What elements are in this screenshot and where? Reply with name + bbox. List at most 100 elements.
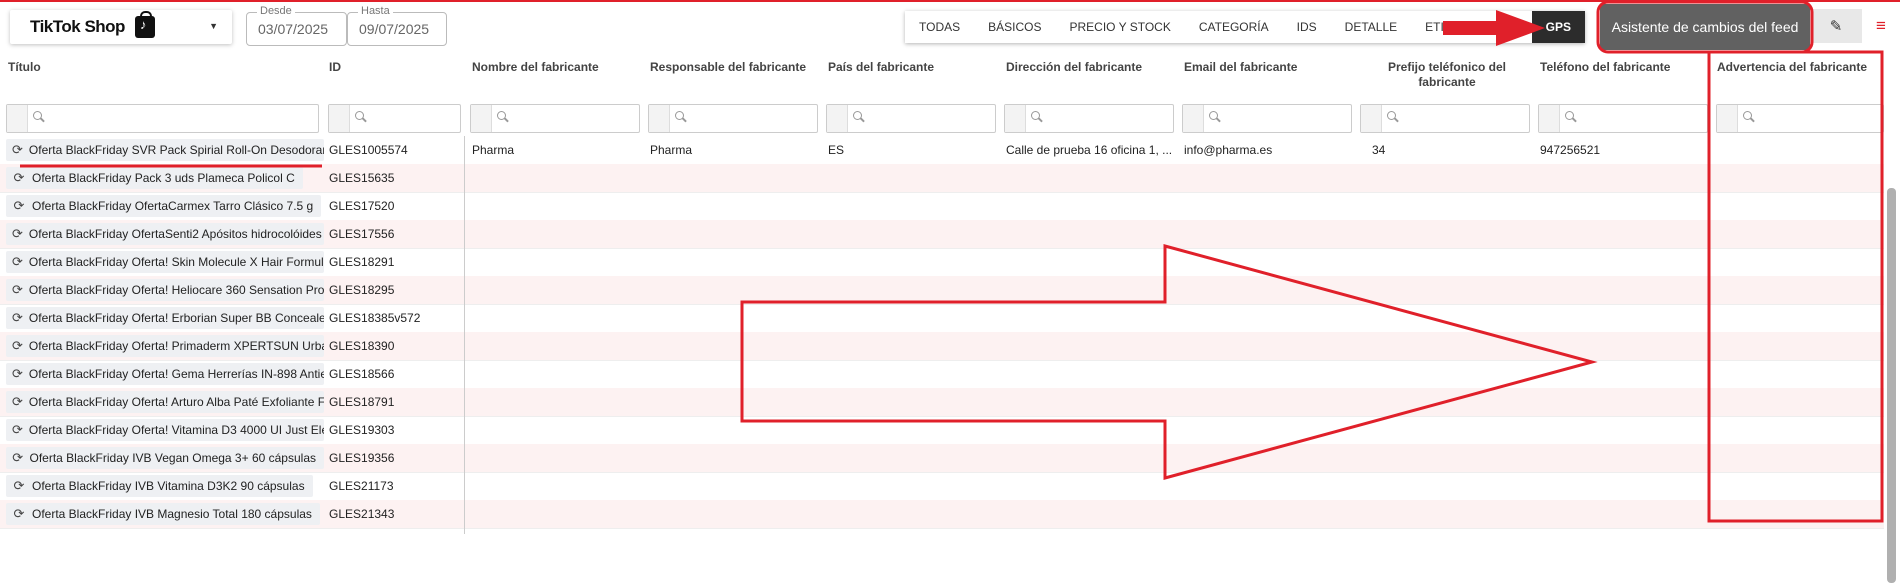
id-cell[interactable]: GLES19303 bbox=[329, 416, 394, 444]
email-cell[interactable]: info@pharma.es bbox=[1184, 136, 1352, 164]
title-chip[interactable]: ⟳ Oferta BlackFriday IVB Vitamina D3K2 90… bbox=[6, 475, 313, 497]
tab-gpsr[interactable]: GPS bbox=[1531, 11, 1585, 43]
title-cell[interactable]: ⟳ Oferta BlackFriday IVB Magnesio Total 1… bbox=[6, 500, 324, 528]
title-cell[interactable]: ⟳ Oferta BlackFriday Oferta! Gema Herrerí… bbox=[6, 360, 324, 388]
refresh-icon[interactable]: ⟳ bbox=[12, 311, 23, 325]
table-row[interactable]: ⟳ Oferta BlackFriday Oferta! Vitamina D3 … bbox=[0, 416, 1884, 445]
filter-input-titulo[interactable] bbox=[6, 104, 319, 133]
tab-ids[interactable]: IDS bbox=[1283, 20, 1331, 34]
id-cell[interactable]: GLES17520 bbox=[329, 192, 394, 220]
title-cell[interactable]: ⟳ Oferta BlackFriday Oferta! Vitamina D3 … bbox=[6, 416, 324, 444]
filter-menu-button[interactable] bbox=[1005, 105, 1026, 132]
filter-input-telefono[interactable] bbox=[1538, 104, 1708, 133]
filter-input-id[interactable] bbox=[328, 104, 461, 133]
table-row[interactable]: ⟳ Oferta BlackFriday IVB Magnesio Total 1… bbox=[0, 500, 1884, 529]
refresh-icon[interactable]: ⟳ bbox=[12, 395, 23, 409]
filter-menu-button[interactable] bbox=[1717, 105, 1738, 132]
refresh-icon[interactable]: ⟳ bbox=[12, 507, 26, 521]
vertical-scrollbar[interactable] bbox=[1887, 188, 1896, 583]
id-cell[interactable]: GLES18791 bbox=[329, 388, 394, 416]
table-row[interactable]: ⟳ Oferta BlackFriday Oferta! Skin Molecul… bbox=[0, 248, 1884, 277]
title-chip[interactable]: ⟳ Oferta BlackFriday Oferta! Skin Molecul… bbox=[6, 251, 324, 273]
column-header-email-fabricante[interactable]: Email del fabricante bbox=[1184, 60, 1297, 75]
column-header-advertencia-fabricante[interactable]: Advertencia del fabricante bbox=[1717, 60, 1867, 75]
column-header-prefijo-fabricante[interactable]: Prefijo teléfonico del fabricante bbox=[1372, 60, 1522, 90]
filter-input-email[interactable] bbox=[1182, 104, 1352, 133]
column-header-pais-fabricante[interactable]: País del fabricante bbox=[828, 60, 934, 75]
id-cell[interactable]: GLES1005574 bbox=[329, 136, 408, 164]
title-cell[interactable]: ⟳ Oferta BlackFriday Oferta! Heliocare 36… bbox=[6, 276, 324, 304]
title-chip[interactable]: ⟳ Oferta BlackFriday OfertaCarmex Tarro C… bbox=[6, 195, 322, 217]
refresh-icon[interactable]: ⟳ bbox=[12, 479, 26, 493]
title-cell[interactable]: ⟳ Oferta BlackFriday Oferta! Erborian Sup… bbox=[6, 304, 324, 332]
refresh-icon[interactable]: ⟳ bbox=[12, 283, 23, 297]
title-cell[interactable]: ⟳ Oferta BlackFriday IVB Vitamina D3K2 90… bbox=[6, 472, 324, 500]
title-chip[interactable]: ⟳ Oferta BlackFriday IVB Magnesio Total 1… bbox=[6, 503, 320, 525]
column-header-direccion-fabricante[interactable]: Dirección del fabricante bbox=[1006, 60, 1142, 75]
title-chip[interactable]: ⟳ Oferta BlackFriday Oferta! Arturo Alba … bbox=[6, 391, 324, 413]
filter-input-nombre[interactable] bbox=[470, 104, 640, 133]
tab-categoria[interactable]: CATEGORÍA bbox=[1185, 20, 1283, 34]
tab-etiquetas[interactable]: ETIQ bbox=[1411, 20, 1467, 34]
refresh-icon[interactable]: ⟳ bbox=[12, 367, 23, 381]
title-chip[interactable]: ⟳ Oferta BlackFriday Oferta! Erborian Sup… bbox=[6, 307, 324, 329]
refresh-icon[interactable]: ⟳ bbox=[12, 255, 23, 269]
filter-menu-button[interactable] bbox=[1361, 105, 1382, 132]
title-chip[interactable]: ⟳ Oferta BlackFriday Oferta! Gema Herrerí… bbox=[6, 363, 324, 385]
title-chip[interactable]: ⟳ Oferta BlackFriday Oferta! Heliocare 36… bbox=[6, 279, 324, 301]
table-row[interactable]: ⟳ Oferta BlackFriday Oferta! Erborian Sup… bbox=[0, 304, 1884, 333]
table-row[interactable]: ⟳ Oferta BlackFriday IVB Vegan Omega 3+ 6… bbox=[0, 444, 1884, 473]
table-row[interactable]: ⟳ Oferta BlackFriday SVR Pack Spirial Rol… bbox=[0, 136, 1884, 165]
date-from-field[interactable]: Desde 03/07/2025 bbox=[246, 5, 347, 46]
title-chip[interactable]: ⟳ Oferta BlackFriday SVR Pack Spirial Rol… bbox=[6, 139, 324, 161]
id-cell[interactable]: GLES21343 bbox=[329, 500, 394, 528]
title-cell[interactable]: ⟳ Oferta BlackFriday SVR Pack Spirial Rol… bbox=[6, 136, 324, 164]
column-header-titulo[interactable]: Título bbox=[8, 60, 41, 75]
column-header-responsable-fabricante[interactable]: Responsable del fabricante bbox=[650, 60, 806, 75]
table-row[interactable]: ⟳ Oferta BlackFriday OfertaCarmex Tarro C… bbox=[0, 192, 1884, 221]
id-cell[interactable]: GLES18566 bbox=[329, 360, 394, 388]
table-row[interactable]: ⟳ Oferta BlackFriday Oferta! Arturo Alba … bbox=[0, 388, 1884, 417]
filter-menu-button[interactable] bbox=[649, 105, 670, 132]
filter-menu-button[interactable] bbox=[329, 105, 350, 132]
refresh-icon[interactable]: ⟳ bbox=[12, 199, 26, 213]
prefijo-cell[interactable]: 34 bbox=[1372, 136, 1540, 164]
filter-menu-button[interactable] bbox=[7, 105, 28, 132]
title-cell[interactable]: ⟳ Oferta BlackFriday Pack 3 uds Plameca P… bbox=[6, 164, 324, 192]
title-cell[interactable]: ⟳ Oferta BlackFriday Oferta! Skin Molecul… bbox=[6, 248, 324, 276]
table-row[interactable]: ⟳ Oferta BlackFriday IVB Vitamina D3K2 90… bbox=[0, 472, 1884, 501]
direccion-cell[interactable]: Calle de prueba 16 oficina 1, ... bbox=[1006, 136, 1174, 164]
nombre-cell[interactable]: Pharma bbox=[472, 136, 640, 164]
filter-input-responsable[interactable] bbox=[648, 104, 818, 133]
menu-button[interactable]: ≡ bbox=[1866, 9, 1896, 43]
table-row[interactable]: ⟳ Oferta BlackFriday Oferta! Primaderm XP… bbox=[0, 332, 1884, 361]
advertencia-cell[interactable] bbox=[1717, 136, 1885, 164]
filter-input-advertencia[interactable] bbox=[1716, 104, 1884, 133]
title-chip[interactable]: ⟳ Oferta BlackFriday IVB Vegan Omega 3+ 6… bbox=[6, 447, 324, 469]
filter-input-direccion[interactable] bbox=[1004, 104, 1174, 133]
date-to-field[interactable]: Hasta 09/07/2025 bbox=[347, 5, 447, 46]
filter-menu-button[interactable] bbox=[1183, 105, 1204, 132]
title-chip[interactable]: ⟳ Oferta BlackFriday Oferta! Primaderm XP… bbox=[6, 335, 324, 357]
refresh-icon[interactable]: ⟳ bbox=[12, 171, 26, 185]
title-chip[interactable]: ⟳ Oferta BlackFriday Oferta! Vitamina D3 … bbox=[6, 419, 324, 441]
feed-change-assistant-button[interactable]: Asistente de cambios del feed bbox=[1600, 4, 1810, 50]
id-cell[interactable]: GLES17556 bbox=[329, 220, 394, 248]
id-cell[interactable]: GLES18295 bbox=[329, 276, 394, 304]
responsable-cell[interactable]: Pharma bbox=[650, 136, 818, 164]
refresh-icon[interactable]: ⟳ bbox=[12, 339, 23, 353]
title-chip[interactable]: ⟳ Oferta BlackFriday Pack 3 uds Plameca P… bbox=[6, 167, 303, 189]
telefono-cell[interactable]: 947256521 bbox=[1540, 136, 1708, 164]
refresh-icon[interactable]: ⟳ bbox=[12, 143, 23, 157]
title-chip[interactable]: ⟳ Oferta BlackFriday OfertaSenti2 Apósito… bbox=[6, 223, 324, 245]
caret-down-icon[interactable]: ▼ bbox=[209, 21, 218, 31]
title-cell[interactable]: ⟳ Oferta BlackFriday IVB Vegan Omega 3+ 6… bbox=[6, 444, 324, 472]
refresh-icon[interactable]: ⟳ bbox=[12, 451, 24, 465]
tab-el[interactable]: EL bbox=[1467, 20, 1510, 34]
title-cell[interactable]: ⟳ Oferta BlackFriday OfertaCarmex Tarro C… bbox=[6, 192, 324, 220]
id-cell[interactable]: GLES15635 bbox=[329, 164, 394, 192]
table-row[interactable]: ⟳ Oferta BlackFriday Oferta! Heliocare 36… bbox=[0, 276, 1884, 305]
id-cell[interactable]: GLES18385v572 bbox=[329, 304, 420, 332]
title-cell[interactable]: ⟳ Oferta BlackFriday OfertaSenti2 Apósito… bbox=[6, 220, 324, 248]
id-cell[interactable]: GLES18291 bbox=[329, 248, 394, 276]
